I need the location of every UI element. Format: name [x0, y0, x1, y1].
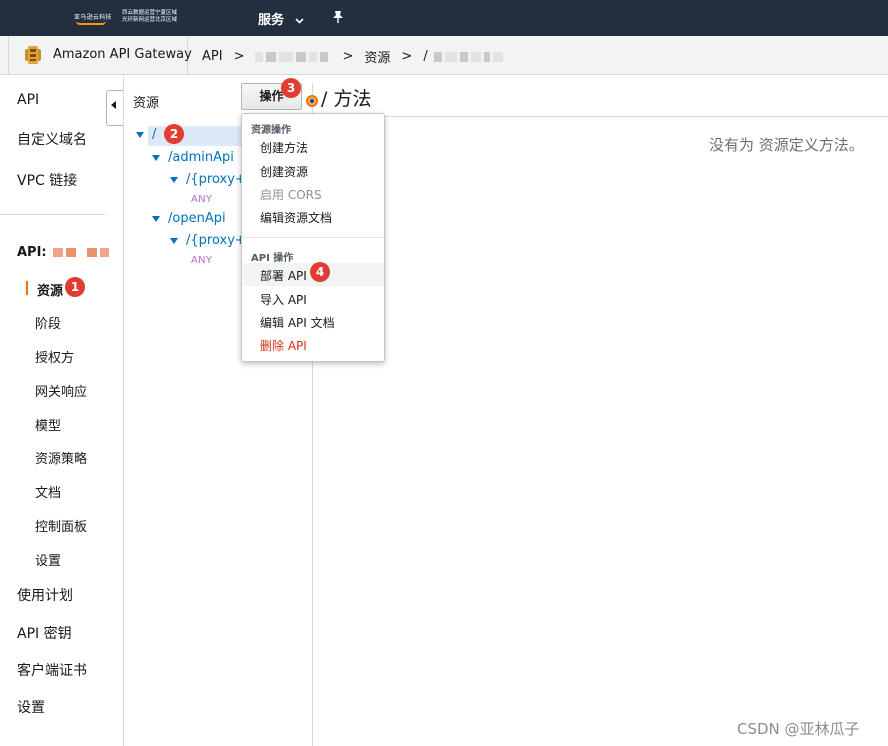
nav-current-api[interactable]: API: — [17, 245, 112, 260]
step-badge-1: 1 — [65, 277, 85, 297]
nav-api-keys[interactable]: API 密钥 — [17, 623, 72, 643]
method-any[interactable]: ANY — [191, 255, 212, 266]
collapse-nav-button[interactable] — [106, 90, 124, 126]
services-menu[interactable]: 服务 — [258, 9, 304, 28]
left-navigation: API 自定义域名 VPC 链接 API: 资源 阶段 授权方 网关响应 模型 … — [0, 75, 110, 746]
nav-api-prefix: API: — [17, 245, 47, 260]
tree-item-adminapi[interactable]: /adminApi — [152, 150, 234, 165]
menu-group-api-actions: API 操作 — [251, 253, 294, 264]
nav-authorizers[interactable]: 授权方 — [35, 347, 74, 366]
breadcrumb-separator: > — [401, 49, 413, 64]
step-badge-4: 4 — [310, 262, 330, 282]
selected-resource-highlight — [148, 126, 244, 146]
breadcrumb-resource-id-redacted — [433, 49, 506, 64]
menu-divider — [242, 237, 384, 238]
logo-regions: 西云数据运营宁夏区域 光环新网运营北京区域 — [122, 10, 177, 24]
breadcrumb-bar: Amazon API Gateway API > > 资源 > / — [0, 36, 888, 75]
chevron-down-icon — [294, 16, 304, 27]
expand-arrow-icon[interactable] — [170, 237, 178, 244]
menu-edit-resource-docs[interactable]: 编辑资源文档 — [260, 209, 332, 226]
nav-usage-plans[interactable]: 使用计划 — [17, 585, 73, 605]
nav-vpc-links[interactable]: VPC 链接 — [17, 170, 77, 190]
nav-models[interactable]: 模型 — [35, 415, 61, 434]
header-divider — [313, 116, 888, 117]
tree-path: /adminApi — [168, 150, 234, 165]
nav-documentation[interactable]: 文档 — [35, 482, 61, 501]
logo-region-beijing: 光环新网运营北京区域 — [122, 17, 178, 23]
expand-arrow-icon[interactable] — [136, 131, 144, 138]
nav-border — [123, 75, 124, 746]
nav-stages[interactable]: 阶段 — [35, 313, 61, 332]
nav-settings[interactable]: 设置 — [17, 697, 45, 717]
logo-region-ningxia: 西云数据运营宁夏区域 — [122, 10, 178, 16]
service-home-link[interactable]: Amazon API Gateway — [8, 36, 192, 74]
active-indicator — [26, 281, 28, 295]
menu-delete-api[interactable]: 删除 API — [260, 337, 307, 354]
tree-path: /openApi — [168, 211, 226, 226]
menu-enable-cors: 启用 CORS — [260, 188, 322, 202]
api-gateway-icon — [23, 45, 43, 65]
breadcrumb-separator: > — [342, 49, 354, 64]
nav-resources[interactable]: 资源 — [37, 280, 63, 299]
menu-create-method[interactable]: 创建方法 — [260, 139, 308, 156]
pin-icon[interactable] — [332, 10, 344, 28]
breadcrumb-root-path: / — [423, 49, 428, 64]
tree-item-openapi[interactable]: /openApi — [152, 211, 226, 226]
empty-state-message: 没有为 资源定义方法。 — [709, 136, 864, 154]
aws-china-logo[interactable]: 亚马逊云科技 西云数据运营宁夏区域 光环新网运营北京区域 — [72, 9, 190, 27]
actions-dropdown-menu: 资源操作 创建方法 创建资源 启用 CORS 编辑资源文档 API 操作 部署 … — [241, 113, 385, 362]
menu-edit-api-docs[interactable]: 编辑 API 文档 — [260, 314, 335, 331]
breadcrumb-separator: > — [233, 49, 245, 64]
tree-item-root[interactable]: / — [136, 127, 156, 142]
watermark: CSDN @亚林瓜子 — [737, 720, 860, 738]
top-navigation-bar: 亚马逊云科技 西云数据运营宁夏区域 光环新网运营北京区域 服务 — [0, 0, 888, 36]
menu-import-api[interactable]: 导入 API — [260, 291, 307, 308]
nav-resource-policy[interactable]: 资源策略 — [35, 448, 87, 467]
logo-text: 亚马逊云科技 — [74, 14, 112, 21]
nav-divider — [0, 214, 105, 215]
nav-api[interactable]: API — [17, 92, 39, 108]
expand-arrow-icon[interactable] — [170, 176, 178, 183]
breadcrumb-resources[interactable]: 资源 — [364, 47, 390, 66]
resources-title: 资源 — [133, 96, 160, 111]
menu-deploy-api[interactable]: 部署 API — [260, 267, 307, 284]
service-name: Amazon API Gateway — [53, 47, 192, 62]
logo-smile-icon — [76, 21, 106, 25]
menu-group-resource-actions: 资源操作 — [251, 125, 291, 136]
nav-api-settings[interactable]: 设置 — [35, 550, 61, 569]
breadcrumb-api[interactable]: API — [202, 49, 223, 64]
resource-indicator-icon — [306, 95, 318, 107]
page-title: / 方法 — [321, 88, 372, 110]
step-badge-3: 3 — [281, 78, 301, 98]
breadcrumb-api-name-redacted — [255, 49, 331, 64]
breadcrumb: API > > 资源 > / — [202, 47, 506, 66]
nav-dashboard[interactable]: 控制面板 — [35, 516, 87, 535]
menu-create-resource[interactable]: 创建资源 — [260, 163, 308, 180]
method-any[interactable]: ANY — [191, 194, 212, 205]
services-label: 服务 — [258, 13, 285, 28]
nav-gateway-responses[interactable]: 网关响应 — [35, 381, 87, 400]
nav-client-certificates[interactable]: 客户端证书 — [17, 660, 87, 680]
tree-path: / — [152, 127, 157, 142]
expand-arrow-icon[interactable] — [152, 215, 160, 222]
step-badge-2: 2 — [164, 124, 184, 144]
nav-custom-domains[interactable]: 自定义域名 — [17, 129, 87, 149]
caret-left-icon — [111, 101, 117, 112]
expand-arrow-icon[interactable] — [152, 154, 160, 161]
